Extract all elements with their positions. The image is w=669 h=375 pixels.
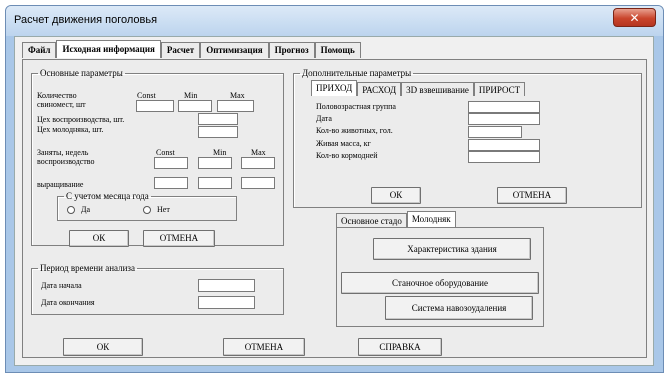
live-weight-input[interactable] <box>468 139 540 151</box>
date-input[interactable] <box>468 113 540 125</box>
month-yes-radio[interactable] <box>67 206 75 214</box>
raising-label: выращивание <box>37 180 84 189</box>
header-const: Const <box>137 91 156 100</box>
tab-young-stock[interactable]: Молодняк <box>406 211 456 227</box>
tab-expense[interactable]: РАСХОД <box>357 82 402 96</box>
animal-count-input[interactable] <box>468 126 522 138</box>
repro-min-input[interactable] <box>198 157 232 169</box>
herd-tabs: Основное стадо Молодняк <box>336 211 456 227</box>
close-button[interactable]: ✕ <box>613 8 656 27</box>
tab-optimization[interactable]: Оптимизация <box>200 42 269 58</box>
tab-3d-weighing[interactable]: 3D взвешивание <box>401 82 474 96</box>
basic-parameters-legend: Основные параметры <box>40 68 123 78</box>
footer-ok-button[interactable]: ОК <box>63 338 143 356</box>
field-date-label: Дата <box>316 114 332 123</box>
field-animal-count-label: Кол-во животных, гол. <box>316 126 393 135</box>
shop-young-input[interactable] <box>198 126 238 138</box>
raising-min-input[interactable] <box>198 177 232 189</box>
extra-tabs: ПРИХОД РАСХОД 3D взвешивание ПРИРОСТ <box>311 80 526 96</box>
month-no-radio[interactable] <box>143 206 151 214</box>
count-min-input[interactable] <box>178 100 212 112</box>
tab-forecast[interactable]: Прогноз <box>268 42 315 58</box>
age-group-input[interactable] <box>468 101 540 113</box>
tab-source-info[interactable]: Исходная информация <box>56 40 161 58</box>
shop-repro-label: Цех воспроизводства, шт. <box>37 115 125 124</box>
basic-cancel-button[interactable]: ОТМЕНА <box>143 230 215 247</box>
field-live-weight-label: Живая масса, кг <box>316 139 371 148</box>
end-date-input[interactable] <box>198 296 255 309</box>
extra-parameters-legend: Дополнительные параметры <box>302 68 412 78</box>
repro-const-input[interactable] <box>154 157 188 169</box>
weeks-label-1: Заняты, недель <box>37 148 89 157</box>
shop-young-label: Цех молодняка, шт. <box>37 125 104 134</box>
footer-cancel-button[interactable]: ОТМЕНА <box>223 338 305 356</box>
tab-help[interactable]: Помощь <box>314 42 361 58</box>
tab-file[interactable]: Файл <box>22 42 57 58</box>
tab-page: Основные параметры Количество свиномест,… <box>22 59 647 358</box>
header-min: Min <box>184 91 198 100</box>
header-max: Max <box>230 91 245 100</box>
extra-cancel-button[interactable]: ОТМЕНА <box>497 187 567 204</box>
shop-repro-input[interactable] <box>198 113 238 125</box>
repro-max-input[interactable] <box>241 157 275 169</box>
count-label-1: Количество <box>37 91 77 100</box>
weeks-header-const: Const <box>156 148 175 157</box>
footer-help-button[interactable]: СПРАВКА <box>358 338 442 356</box>
window-title: Расчет движения поголовья <box>14 14 158 26</box>
month-yes-label: Да <box>81 205 91 214</box>
field-feed-days-label: Кол-во кормодней <box>316 151 378 160</box>
end-date-label: Дата окончания <box>41 298 95 307</box>
building-characteristics-button[interactable]: Характеристика здания <box>373 238 531 260</box>
weeks-header-min: Min <box>213 148 227 157</box>
basic-ok-button[interactable]: ОК <box>69 230 129 247</box>
count-const-input[interactable] <box>136 100 174 112</box>
tab-income[interactable]: ПРИХОД <box>311 80 358 96</box>
raising-const-input[interactable] <box>154 177 188 189</box>
count-max-input[interactable] <box>217 100 254 112</box>
start-date-input[interactable] <box>198 279 255 292</box>
start-date-label: Дата начала <box>41 281 82 290</box>
field-age-group-label: Половозрастная группа <box>316 102 396 111</box>
pen-equipment-button[interactable]: Станочное оборудование <box>341 272 539 294</box>
tab-calculation[interactable]: Расчет <box>160 42 201 58</box>
weeks-header-max: Max <box>251 148 266 157</box>
count-label-2: свиномест, шт <box>37 100 86 109</box>
main-tabs: Файл Исходная информация Расчет Оптимиза… <box>22 40 361 60</box>
feed-days-input[interactable] <box>468 151 540 163</box>
manure-removal-button[interactable]: Система навозоудаления <box>385 296 533 320</box>
month-no-label: Нет <box>157 205 170 214</box>
raising-max-input[interactable] <box>241 177 275 189</box>
extra-ok-button[interactable]: ОК <box>371 187 421 204</box>
tab-gain[interactable]: ПРИРОСТ <box>473 82 526 96</box>
tab-main-herd[interactable]: Основное стадо <box>336 213 407 227</box>
weeks-label-2: воспроизводство <box>37 157 95 166</box>
period-legend: Период времени анализа <box>40 263 135 273</box>
month-group-legend: С учетом месяца года <box>66 191 149 201</box>
